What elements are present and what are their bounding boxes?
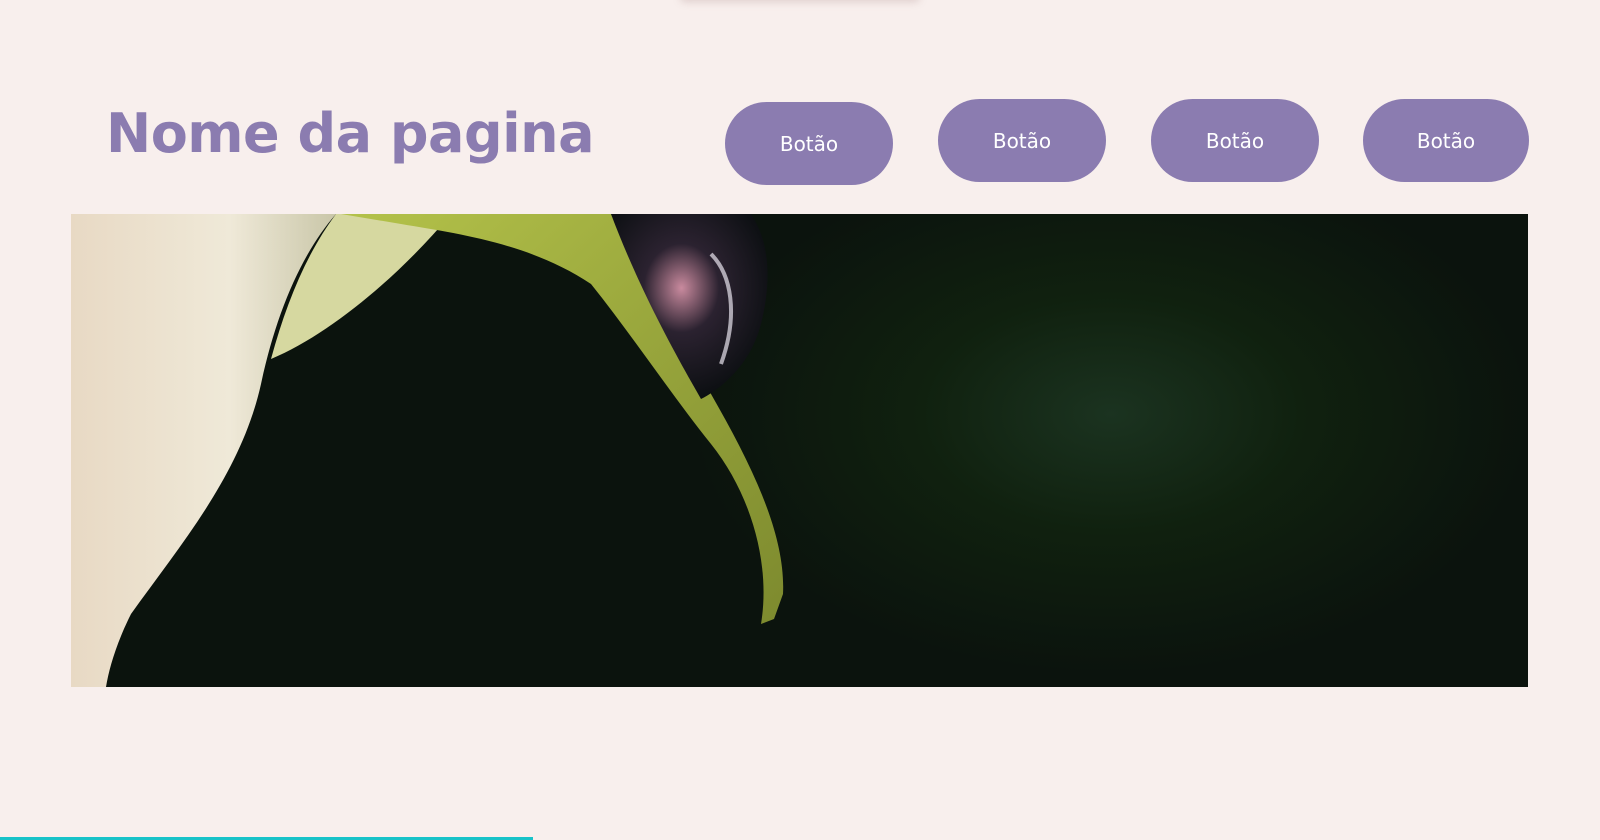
nav-button-2[interactable]: Botão <box>938 99 1106 182</box>
calla-lily-illustration <box>71 214 784 687</box>
hero-image <box>71 214 1528 687</box>
page-title: Nome da pagina <box>106 102 595 165</box>
nav-button-4[interactable]: Botão <box>1363 99 1529 182</box>
nav-button-3[interactable]: Botão <box>1151 99 1319 182</box>
nav-button-1[interactable]: Botão <box>725 102 893 185</box>
